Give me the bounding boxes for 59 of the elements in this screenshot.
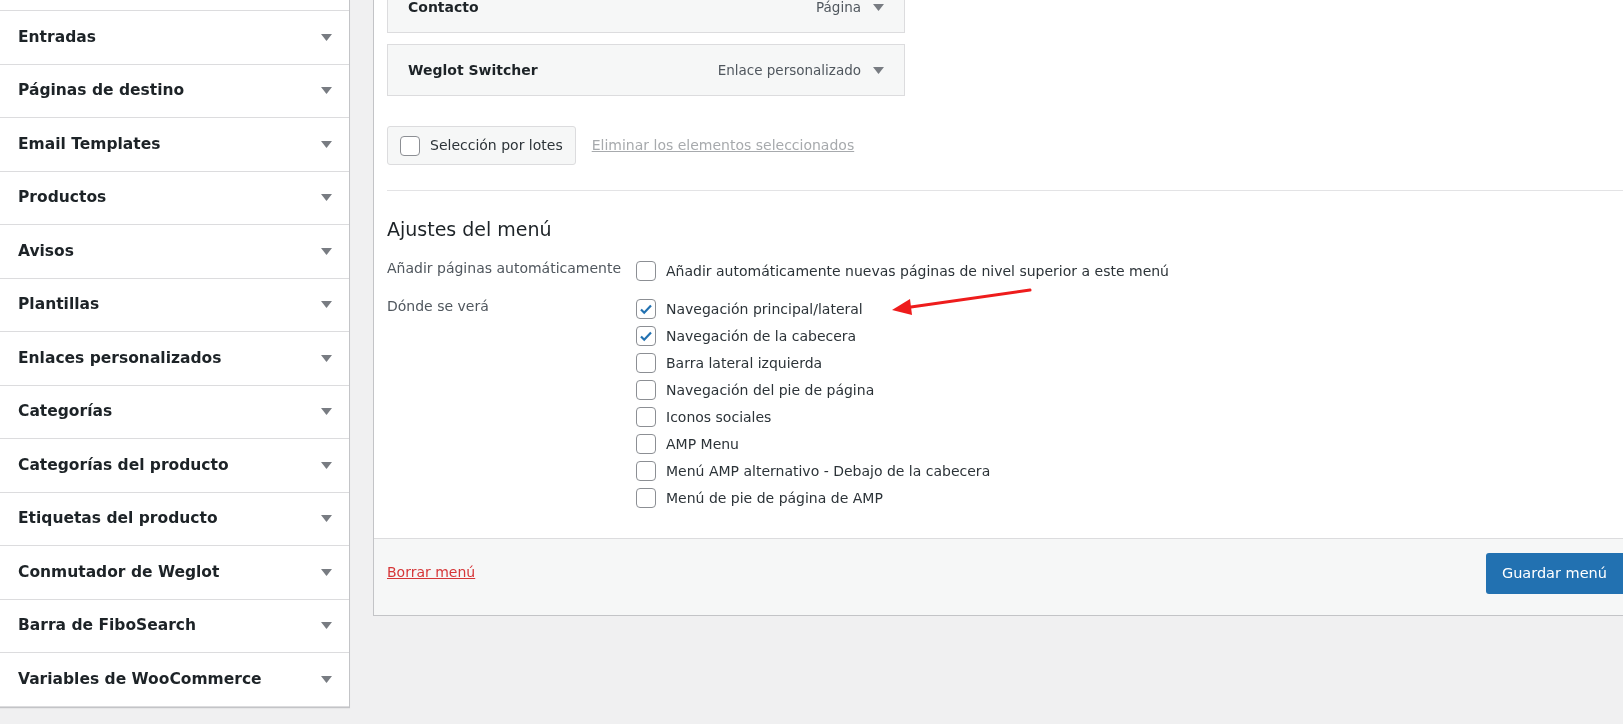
option-label: Navegación del pie de página	[666, 380, 875, 400]
caret-icon[interactable]	[873, 66, 884, 74]
caret-icon[interactable]	[321, 461, 332, 469]
sidebar-item[interactable]: Avisos	[0, 225, 349, 279]
setting-label: Añadir páginas automáticamente	[387, 258, 623, 278]
menu-item-title: Weglot Switcher	[408, 60, 538, 80]
checkbox[interactable]	[400, 135, 420, 156]
caret-icon[interactable]	[321, 194, 332, 202]
caret-icon[interactable]	[321, 408, 332, 416]
sidebar-item[interactable]: Plantillas	[0, 278, 349, 332]
option-label: Menú AMP alternativo - Debajo de la cabecera	[666, 461, 991, 481]
checkbox[interactable]	[636, 488, 656, 508]
option-label: Navegación de la cabecera	[666, 326, 857, 346]
delete-menu-link[interactable]: Borrar menú	[387, 562, 476, 583]
sidebar-item[interactable]: Etiquetas del producto	[0, 492, 349, 546]
option-label: Menú de pie de página de AMP	[666, 488, 883, 508]
option-label: Navegación principal/lateral	[666, 299, 863, 319]
menu-item[interactable]: Contacto Página	[387, 0, 905, 33]
caret-icon[interactable]	[321, 33, 332, 41]
caret-icon[interactable]	[321, 140, 332, 148]
caret-icon[interactable]	[321, 354, 332, 362]
menu-item-type: Enlace personalizado	[717, 60, 861, 80]
checkbox[interactable]	[636, 353, 656, 373]
checkbox[interactable]	[636, 261, 656, 281]
sidebar-item[interactable]: Enlaces personalizados	[0, 332, 349, 386]
sidebar-item[interactable]: Barra de FiboSearch	[0, 599, 349, 653]
checkbox[interactable]	[636, 326, 656, 346]
caret-icon[interactable]	[321, 87, 332, 95]
caret-icon[interactable]	[321, 515, 332, 523]
menu-item-title: Contacto	[408, 0, 479, 17]
sidebar-item[interactable]: Categorías del producto	[0, 439, 349, 493]
bulk-select-button[interactable]: Selección por lotes	[387, 126, 576, 165]
checkbox[interactable]	[636, 380, 656, 400]
sidebar-item[interactable]: Páginas de destino	[0, 64, 349, 118]
caret-icon[interactable]	[321, 301, 332, 309]
caret-icon[interactable]	[321, 247, 332, 255]
sidebar-item[interactable]: Conmutador de Weglot	[0, 546, 349, 600]
checkbox[interactable]	[636, 461, 656, 481]
caret-icon[interactable]	[321, 622, 332, 630]
setting-label: Dónde se verá	[387, 296, 490, 316]
option-label: Añadir automáticamente nuevas páginas de nivel superior a este menú	[666, 261, 1169, 281]
sidebar-item[interactable]: Email Templates	[0, 118, 349, 172]
caret-icon[interactable]	[321, 568, 332, 576]
checkbox[interactable]	[636, 407, 656, 427]
caret-icon[interactable]	[321, 675, 332, 683]
option-label: Iconos sociales	[666, 407, 772, 427]
option-label: AMP Menu	[666, 434, 739, 454]
settings-heading: Ajustes del menú	[387, 217, 553, 242]
option-label: Barra lateral izquierda	[666, 353, 823, 373]
checkbox[interactable]	[636, 434, 656, 454]
menu-item-type: Página	[816, 0, 861, 17]
checkbox[interactable]	[636, 299, 656, 319]
caret-icon[interactable]	[873, 3, 884, 11]
sidebar-item[interactable]: Variables de WooCommerce	[0, 653, 349, 707]
sidebar-item[interactable]: Categorías	[0, 385, 349, 439]
menu-item[interactable]: Weglot Switcher Enlace personalizado	[387, 44, 905, 96]
save-menu-button[interactable]: Guardar menú	[1485, 552, 1623, 595]
sidebar-item[interactable]: Entradas	[0, 11, 349, 65]
sidebar-item[interactable]: Productos	[0, 171, 349, 225]
